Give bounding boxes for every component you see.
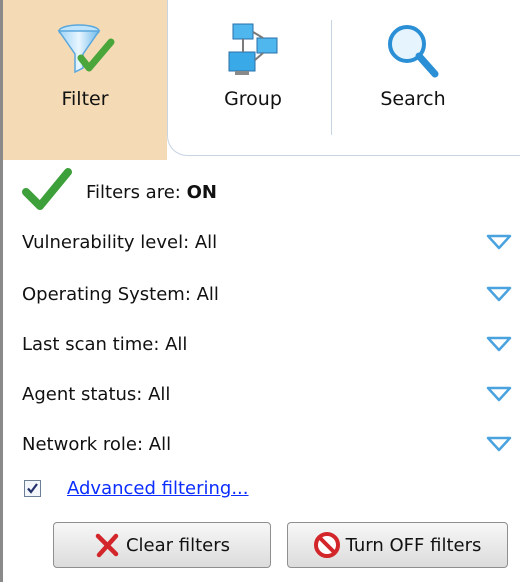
tab-search[interactable]: Search [333,0,493,155]
red-x-icon [95,533,119,558]
turn-off-filters-button[interactable]: Turn OFF filters [287,522,508,568]
advanced-filtering: Advanced filtering... [24,478,249,499]
filter-label: Last scan time: All [22,333,188,355]
filter-label: Agent status: All [22,383,171,405]
filter-status-text: Filters are: ON [86,182,217,203]
filter-status-state: ON [186,181,217,203]
tab-filter-label: Filter [61,88,109,110]
chevron-down-icon [486,386,512,402]
funnel-check-icon [55,22,115,80]
clear-filters-label: Clear filters [125,534,231,556]
filter-label: Network role: All [22,433,172,455]
filter-network-role[interactable]: Network role: All [22,429,512,459]
clear-filters-button[interactable]: Clear filters [53,522,271,568]
magnifier-icon [383,22,443,80]
tab-group-label: Group [224,88,282,110]
turn-off-filters-label: Turn OFF filters [345,534,482,556]
filter-status: Filters are: ON [22,166,217,212]
filter-last-scan-time[interactable]: Last scan time: All [22,329,512,359]
chevron-down-icon [486,436,512,452]
filter-operating-system[interactable]: Operating System: All [22,279,512,309]
tab-search-label: Search [380,88,446,110]
advanced-filtering-link[interactable]: Advanced filtering... [67,478,249,499]
checkmark-icon [27,483,38,494]
tab-filter[interactable]: Filter [3,0,167,160]
filter-status-prefix: Filters are: [86,181,187,203]
network-computers-icon [223,22,283,80]
no-entry-icon [313,532,340,558]
tab-separator [331,20,332,135]
filter-label: Vulnerability level: All [22,231,218,253]
chevron-down-icon [486,234,512,250]
filter-label: Operating System: All [22,283,219,305]
chevron-down-icon [486,336,512,352]
chevron-down-icon [486,286,512,302]
advanced-filtering-checkbox[interactable] [24,480,41,497]
filter-agent-status[interactable]: Agent status: All [22,379,512,409]
filter-vulnerability-level[interactable]: Vulnerability level: All [22,227,512,257]
tab-strip: Filter Group Search [3,0,520,160]
green-check-icon [22,168,72,210]
filter-panel: Filter Group Search Filters are: ON Vuln… [0,0,520,582]
tab-group[interactable]: Group [173,0,333,155]
